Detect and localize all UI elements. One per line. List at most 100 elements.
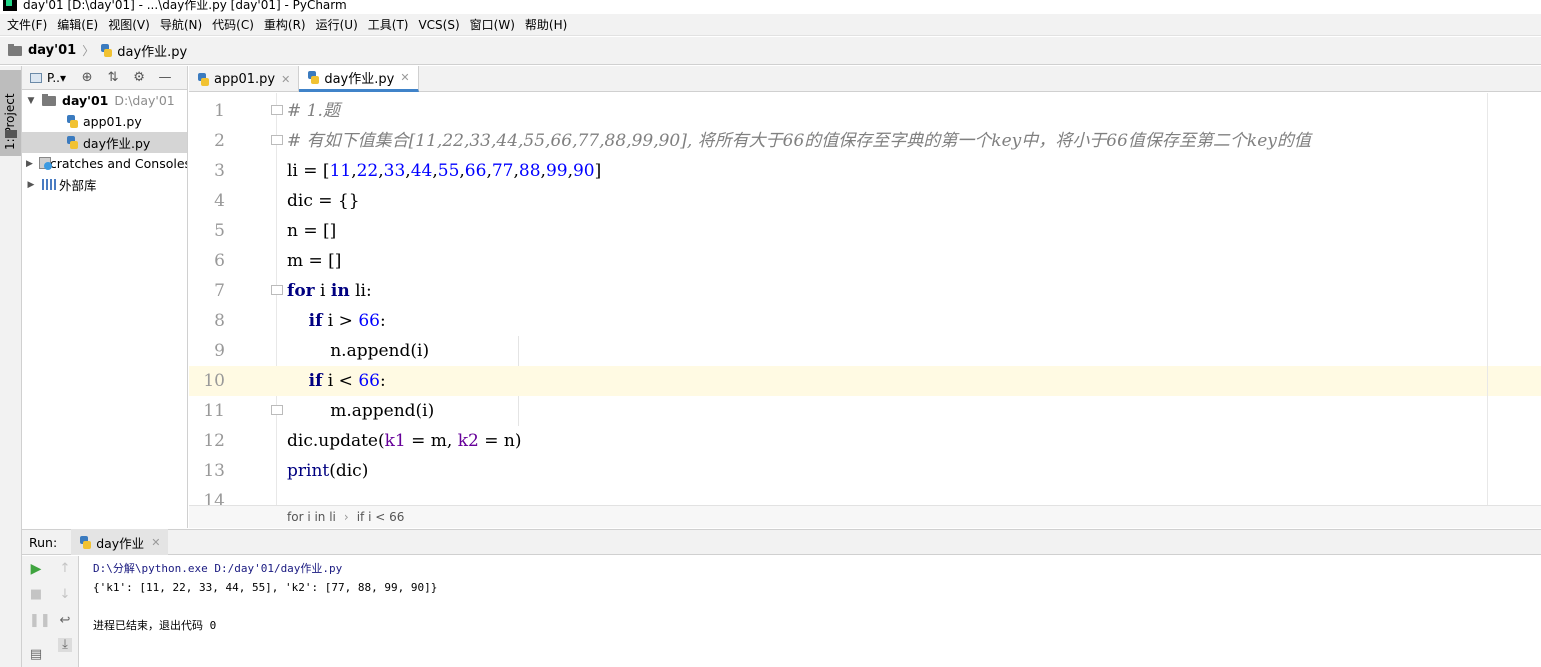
code-editor[interactable]: 1 # 1.题 2 # 有如下值集合[11,22,33,44,55,66,77,…: [189, 93, 1541, 505]
menu-refactor[interactable]: 重构(R): [260, 16, 310, 33]
arrow-down-icon[interactable]: ↓: [58, 588, 72, 602]
line-number: 5: [214, 221, 225, 241]
stop-icon[interactable]: ■: [29, 588, 43, 602]
folder-icon: [42, 93, 56, 106]
hide-panel-icon[interactable]: —: [158, 70, 172, 85]
line-number: 14: [203, 491, 225, 505]
line-number: 9: [214, 341, 225, 361]
code-line-5[interactable]: 5 n = []: [189, 216, 1541, 246]
close-icon[interactable]: ✕: [151, 536, 160, 549]
menu-run[interactable]: 运行(U): [312, 16, 362, 33]
run-tab-day-homework[interactable]: day作业 ✕: [71, 529, 169, 555]
chevron-down-icon[interactable]: ▼: [26, 96, 36, 106]
locate-target-icon[interactable]: ⊕: [80, 70, 94, 85]
nav-crumb-project[interactable]: day'01: [8, 43, 76, 58]
code-line-11[interactable]: 11 m.append(i): [189, 396, 1541, 426]
menu-bar: 文件(F) 编辑(E) 视图(V) 导航(N) 代码(C) 重构(R) 运行(U…: [0, 14, 1541, 36]
close-icon[interactable]: ✕: [281, 73, 290, 86]
chevron-right-icon[interactable]: ▶: [26, 180, 36, 190]
nav-project-label: day'01: [28, 43, 77, 58]
menu-tools[interactable]: 工具(T): [364, 16, 413, 33]
tree-item-project-root[interactable]: ▼ day'01 D:\day'01: [22, 90, 187, 111]
code-line-4[interactable]: 4 dic = {}: [189, 186, 1541, 216]
menu-file[interactable]: 文件(F): [3, 16, 51, 33]
console-line: 进程已结束，退出代码 0: [93, 619, 217, 632]
folder-icon: [8, 43, 22, 56]
editor-tab-day-homework[interactable]: day作业.py ✕: [299, 66, 419, 92]
layout-icon[interactable]: ▤: [29, 648, 43, 662]
line-number: 7: [214, 281, 225, 301]
menu-view[interactable]: 视图(V): [104, 16, 154, 33]
tree-item-label: day'01: [62, 93, 109, 108]
code-text: m = []: [287, 251, 342, 271]
editor-breadcrumb: for i in li › if i < 66: [189, 505, 1541, 528]
editor-tab-bar: app01.py ✕ day作业.py ✕: [189, 66, 1541, 92]
close-icon[interactable]: ✕: [400, 71, 409, 84]
code-line-9[interactable]: 9 n.append(i): [189, 336, 1541, 366]
rerun-icon[interactable]: ▶: [29, 562, 43, 576]
tree-item-day-homework[interactable]: day作业.py: [22, 132, 187, 153]
nav-crumb-file[interactable]: day作业.py: [100, 41, 187, 60]
python-file-icon: [100, 44, 113, 57]
project-view-selector[interactable]: P..▾: [47, 71, 66, 85]
code-line-10[interactable]: 10 if i < 66:: [189, 366, 1541, 396]
code-line-6[interactable]: 6 m = []: [189, 246, 1541, 276]
pause-icon[interactable]: ❚❚: [29, 614, 51, 628]
fold-marker-icon[interactable]: [271, 285, 283, 295]
editor-tab-label: day作业.py: [324, 72, 395, 87]
run-toolbar: ▶ ↑ ■ ↓ ❚❚ ↩ ▤ ⤓: [22, 556, 79, 667]
right-margin-guide: [1487, 93, 1488, 505]
tree-item-path: D:\day'01: [114, 93, 175, 108]
line-number: 6: [214, 251, 225, 271]
code-line-3[interactable]: 3 li = [11,22,33,44,55,66,77,88,99,90]: [189, 156, 1541, 186]
navigation-bar: day'01 〉 day作业.py: [0, 37, 1541, 65]
code-text: dic = {}: [287, 191, 360, 211]
menu-help[interactable]: 帮助(H): [521, 16, 571, 33]
run-tab-label: day作业: [96, 535, 145, 551]
gear-icon[interactable]: ⚙: [132, 70, 146, 85]
code-text: n.append(i): [287, 341, 430, 361]
menu-vcs[interactable]: VCS(S): [414, 18, 463, 32]
code-line-8[interactable]: 8 if i > 66:: [189, 306, 1541, 336]
left-tool-strip: 1: Project: [0, 66, 22, 667]
collapse-all-icon[interactable]: ⇅: [106, 70, 120, 85]
fold-marker-icon[interactable]: [271, 405, 283, 415]
menu-navigate[interactable]: 导航(N): [156, 16, 206, 33]
code-line-1[interactable]: 1 # 1.题: [189, 96, 1541, 126]
chevron-right-icon[interactable]: ▶: [26, 159, 33, 169]
code-text: # 1.题: [287, 101, 340, 121]
nav-separator-icon: 〉: [82, 44, 95, 58]
line-number: 13: [203, 461, 225, 481]
breadcrumb-for-loop[interactable]: for i in li: [287, 510, 336, 524]
menu-window[interactable]: 窗口(W): [466, 16, 519, 33]
code-line-13[interactable]: 13 print(dic): [189, 456, 1541, 486]
editor-tab-app01[interactable]: app01.py ✕: [189, 66, 300, 92]
fold-marker-icon[interactable]: [271, 105, 283, 115]
code-line-7[interactable]: 7 for i in li:: [189, 276, 1541, 306]
tree-item-app01[interactable]: app01.py: [22, 111, 187, 132]
tree-item-scratches[interactable]: ▶ Scratches and Consoles: [22, 153, 187, 174]
line-number: 8: [214, 311, 225, 331]
code-text: n = []: [287, 221, 337, 241]
code-line-14[interactable]: 14: [189, 486, 1541, 505]
run-console[interactable]: D:\分解\python.exe D:/day'01/day作业.py {'k1…: [80, 556, 1541, 667]
fold-marker-icon[interactable]: [271, 135, 283, 145]
code-line-2[interactable]: 2 # 有如下值集合[11,22,33,44,55,66,77,88,99,90…: [189, 126, 1541, 156]
menu-edit[interactable]: 编辑(E): [53, 16, 102, 33]
menu-code[interactable]: 代码(C): [208, 16, 258, 33]
code-text: for i in li:: [287, 281, 372, 301]
run-panel-title: Run:: [29, 534, 58, 550]
scroll-to-end-icon[interactable]: ⤓: [58, 638, 72, 652]
indent-guide: [518, 396, 519, 426]
project-tool-tab[interactable]: 1: Project: [0, 70, 21, 156]
python-file-icon: [66, 115, 79, 128]
line-number: 4: [214, 191, 225, 211]
code-line-12[interactable]: 12 dic.update(k1 = m, k2 = n): [189, 426, 1541, 456]
tree-item-external-libraries[interactable]: ▶ 外部库: [22, 174, 187, 195]
library-icon: [42, 179, 56, 190]
soft-wrap-icon[interactable]: ↩: [58, 614, 72, 628]
arrow-up-icon[interactable]: ↑: [58, 562, 72, 576]
console-line: D:\分解\python.exe D:/day'01/day作业.py: [93, 562, 343, 575]
breadcrumb-if-block[interactable]: if i < 66: [357, 510, 405, 524]
